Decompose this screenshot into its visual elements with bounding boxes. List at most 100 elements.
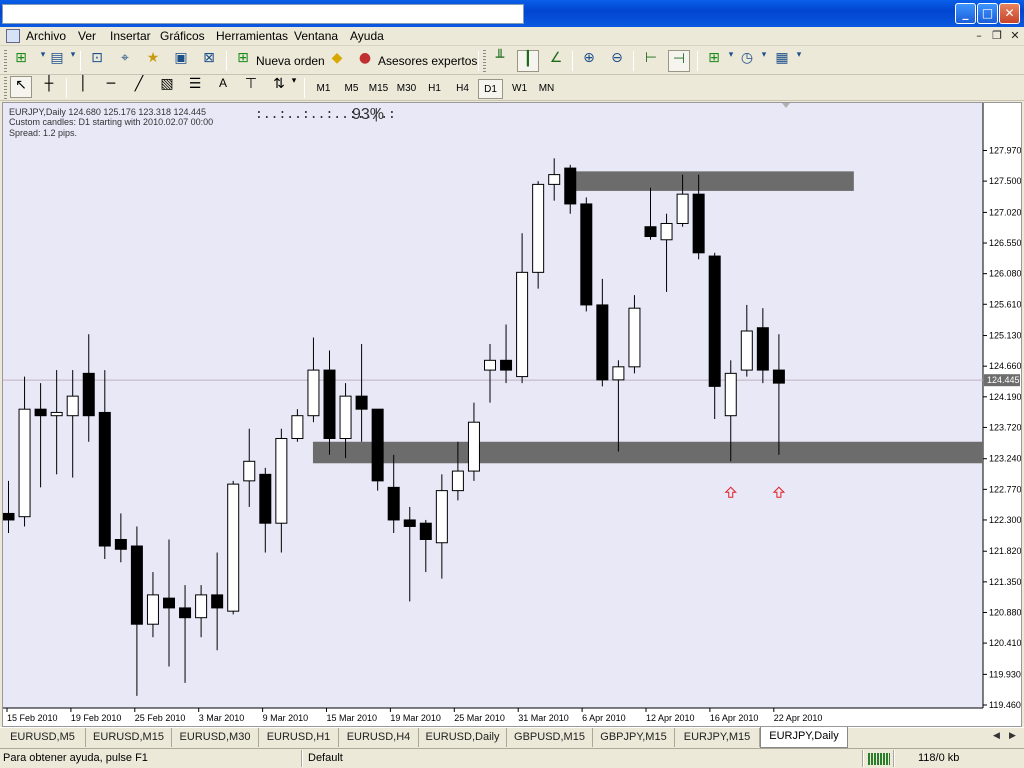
window-title	[2, 4, 524, 24]
line-chart-icon[interactable]: ∠	[545, 50, 567, 72]
price-tick-label: 119.460	[989, 700, 1021, 710]
mdi-close-button[interactable]: ✕	[1007, 29, 1023, 43]
tab-gbpusd-m15[interactable]: GBPUSD,M15	[507, 728, 593, 747]
maximize-button[interactable]: □	[977, 3, 998, 24]
toolbar-separator	[304, 78, 305, 98]
timeframe-m15[interactable]: M15	[366, 79, 391, 99]
terminal-icon[interactable]: ▣	[170, 50, 192, 72]
dropdown-arrow-icon[interactable]: ▾	[283, 76, 305, 98]
menu-insertar[interactable]: Insertar	[110, 29, 151, 43]
timeframe-h4[interactable]: H4	[450, 79, 475, 99]
bullish-candle	[307, 369, 320, 417]
standard-toolbar: ⊞ ▾ ▤ ▾ ⊡ ⌖ ★ ▣ ⊠ ⊞ Nueva orden ◆ ● Ases…	[0, 47, 1024, 75]
tab-eurusd-m15[interactable]: EURUSD,M15	[86, 728, 172, 747]
chart-window[interactable]: 127.970 127.500 127.020 126.550 126.080 125.6…	[2, 102, 1022, 727]
menu-herramientas[interactable]: Herramientas	[216, 29, 288, 43]
tab-eurusd-h1[interactable]: EURUSD,H1	[259, 728, 339, 747]
timeframe-m1[interactable]: M1	[311, 79, 336, 99]
candlestick-chart[interactable]: 127.970 127.500 127.020 126.550 126.080 125.6…	[3, 103, 1021, 726]
toolbar-grip[interactable]	[483, 50, 486, 72]
tab-scroll-left-icon[interactable]: ◀	[993, 730, 1000, 741]
bullish-candle	[612, 366, 625, 381]
tab-eurjpy-m15[interactable]: EURJPY,M15	[675, 728, 760, 747]
bar-chart-icon[interactable]: ╨	[489, 50, 511, 72]
tab-eurjpy-daily[interactable]: EURJPY,Daily	[760, 727, 848, 748]
zoom-out-icon[interactable]: ⊖	[606, 50, 628, 72]
new-chart-icon[interactable]: ⊞	[10, 50, 32, 72]
text-label-icon[interactable]: ⊤	[240, 76, 262, 98]
timeframe-m5[interactable]: M5	[339, 79, 364, 99]
dropdown-arrow-icon[interactable]: ▾	[788, 50, 810, 72]
tab-gbpjpy-m15[interactable]: GBPJPY,M15	[593, 728, 675, 747]
horizontal-line-icon[interactable]: ─	[100, 76, 122, 98]
bearish-candle	[371, 408, 384, 482]
price-tick-label: 123.240	[989, 454, 1021, 464]
chart-header-custom: Custom candles: D1 starting with 2010.02…	[9, 117, 214, 127]
bearish-candle	[163, 597, 175, 609]
new-order-button[interactable]: Nueva orden	[256, 54, 325, 68]
bearish-candle	[419, 522, 432, 540]
expert-advisors-icon[interactable]: ●	[354, 50, 376, 72]
bullish-candle	[146, 594, 159, 625]
zoom-in-icon[interactable]: ⊕	[578, 50, 600, 72]
fibonacci-icon[interactable]: ☰	[184, 76, 206, 98]
bearish-candle	[114, 538, 127, 550]
crosshair-icon[interactable]: ┼	[38, 76, 60, 98]
menu-ver[interactable]: Ver	[78, 29, 96, 43]
price-tick-label: 123.720	[989, 422, 1021, 432]
vertical-line-icon[interactable]: │	[72, 76, 94, 98]
toolbar-separator	[226, 51, 227, 71]
tab-eurusd-daily[interactable]: EURUSD,Daily	[419, 728, 507, 747]
tester-icon[interactable]: ⊠	[198, 50, 220, 72]
price-tick-label: 122.770	[989, 484, 1021, 494]
tab-eurusd-h4[interactable]: EURUSD,H4	[339, 728, 419, 747]
bearish-candle	[211, 594, 224, 609]
bullish-candle	[451, 470, 464, 492]
menu-graficos[interactable]: Gráficos	[160, 29, 205, 43]
crosshair-target-icon[interactable]: ⌖	[114, 50, 136, 72]
tab-eurusd-m30[interactable]: EURUSD,M30	[172, 728, 259, 747]
timeframe-d1[interactable]: D1	[478, 79, 503, 99]
menu-ventana[interactable]: Ventana	[294, 29, 338, 43]
timeframe-h1[interactable]: H1	[422, 79, 447, 99]
text-icon[interactable]: A	[212, 76, 234, 98]
price-tick-label: 119.930	[989, 669, 1021, 679]
timeframe-mn[interactable]: MN	[534, 79, 559, 99]
bearish-candle	[98, 411, 111, 547]
time-tick-label: 22 Apr 2010	[774, 713, 823, 723]
trendline-icon[interactable]: ╱	[128, 76, 150, 98]
tab-eurusd-m5[interactable]: EURUSD,M5	[0, 728, 86, 747]
bullish-candle	[195, 594, 208, 619]
document-icon[interactable]	[6, 29, 20, 43]
mdi-restore-button[interactable]: ❐	[989, 29, 1005, 43]
bullish-candle	[532, 183, 545, 273]
time-tick-label: 25 Mar 2010	[454, 713, 505, 723]
toolbar-grip[interactable]	[4, 50, 7, 72]
bearish-candle	[130, 545, 143, 625]
navigator-folder-icon[interactable]: ★	[142, 50, 164, 72]
bullish-candle	[676, 193, 689, 224]
cursor-arrow-icon[interactable]: ↖	[10, 76, 32, 98]
tab-scroll-right-icon[interactable]: ▶	[1009, 730, 1016, 741]
market-watch-icon[interactable]: ⊡	[86, 50, 108, 72]
price-tick-label: 126.080	[989, 269, 1021, 279]
timeframe-m30[interactable]: M30	[394, 79, 419, 99]
minimize-button[interactable]: _	[955, 3, 976, 24]
expert-advisors-button[interactable]: Asesores expertos	[378, 54, 477, 68]
bullish-candle	[628, 307, 641, 368]
bearish-candle	[403, 519, 416, 527]
metaeditor-icon[interactable]: ◆	[326, 50, 348, 72]
chart-shift-icon[interactable]: ⊣	[668, 50, 690, 72]
toolbar-separator	[478, 51, 479, 71]
mdi-minimize-button[interactable]: –	[971, 29, 987, 43]
toolbar-separator	[66, 78, 67, 98]
close-button[interactable]: ✕	[999, 3, 1020, 24]
equidistant-channel-icon[interactable]: ▧	[156, 76, 178, 98]
menu-ayuda[interactable]: Ayuda	[350, 29, 384, 43]
auto-scroll-icon[interactable]: ⊢	[640, 50, 662, 72]
timeframe-w1[interactable]: W1	[507, 79, 532, 99]
new-order-icon[interactable]: ⊞	[232, 50, 254, 72]
candlestick-icon[interactable]: ┃	[517, 50, 539, 72]
toolbar-grip[interactable]	[4, 77, 7, 99]
menu-archivo[interactable]: Archivo	[26, 29, 66, 43]
